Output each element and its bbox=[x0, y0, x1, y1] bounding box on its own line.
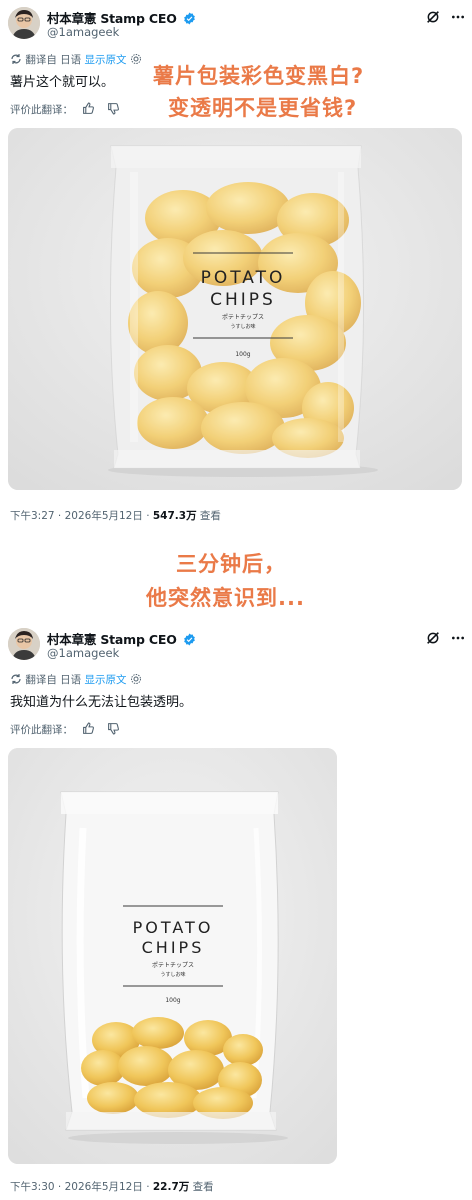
translate-icon bbox=[11, 674, 21, 684]
package-title-line-2: CHIPS bbox=[210, 290, 276, 310]
package-title-line-1: POTATO bbox=[133, 918, 214, 937]
potato-chips-bag-full: POTATO CHIPS ポテトチップス うすしお味 100g bbox=[8, 128, 462, 490]
view-count: 22.7万 bbox=[152, 1181, 190, 1193]
author-handle[interactable]: @1amageek bbox=[47, 25, 119, 39]
overlay-caption-line-2: 变透明不是更省钱? bbox=[168, 96, 358, 120]
verified-badge-icon bbox=[183, 12, 195, 25]
more-icon[interactable] bbox=[450, 9, 466, 25]
thumbs-down-icon[interactable] bbox=[107, 722, 120, 735]
author-handle[interactable]: @1amageek bbox=[47, 646, 119, 660]
package-title-line-2: CHIPS bbox=[142, 938, 205, 957]
tweet-meta: 下午3:30 · 2026年5月12日 · 22.7万 查看 bbox=[10, 1179, 214, 1194]
gear-icon[interactable] bbox=[130, 53, 142, 65]
thumbs-up-icon[interactable] bbox=[82, 102, 95, 115]
avatar[interactable] bbox=[8, 7, 40, 39]
tweet-timestamp[interactable]: 下午3:27 · 2026年5月12日 · bbox=[10, 510, 153, 522]
view-label: 查看 bbox=[189, 1181, 214, 1193]
translation-bar: 翻译自 日语 显示原文 bbox=[10, 672, 142, 687]
thumbs-up-icon[interactable] bbox=[82, 722, 95, 735]
middle-caption-line-1: 三分钟后， bbox=[176, 552, 286, 576]
grok-icon[interactable] bbox=[425, 9, 441, 25]
package-flavor: うすしお味 bbox=[230, 323, 255, 330]
rate-translation-label: 评价此翻译： bbox=[10, 104, 73, 116]
middle-caption-line-2: 他突然意识到... bbox=[146, 586, 305, 610]
translation-bar: 翻译自 日语 显示原文 bbox=[10, 52, 142, 67]
grok-icon[interactable] bbox=[425, 630, 441, 646]
package-title-line-1: POTATO bbox=[201, 268, 286, 288]
rate-translation: 评价此翻译： bbox=[10, 722, 120, 737]
avatar-image bbox=[8, 7, 40, 39]
view-label: 查看 bbox=[196, 510, 221, 522]
package-subtitle-jp: ポテトチップス bbox=[152, 961, 194, 969]
potato-chips-bag-mostly-empty: POTATO CHIPS ポテトチップス うすしお味 100g bbox=[8, 748, 337, 1164]
avatar[interactable] bbox=[8, 628, 40, 660]
package-weight: 100g bbox=[235, 351, 250, 358]
tweet-media-image[interactable]: POTATO CHIPS ポテトチップス うすしお味 100g bbox=[8, 128, 462, 490]
tweet-text: 我知道为什么无法让包装透明。 bbox=[10, 695, 193, 710]
show-original-link[interactable]: 显示原文 bbox=[85, 54, 127, 66]
avatar-image bbox=[8, 628, 40, 660]
rate-translation-label: 评价此翻译： bbox=[10, 724, 73, 736]
package-flavor: うすしお味 bbox=[160, 971, 185, 978]
overlay-caption-line-1: 薯片包装彩色变黑白? bbox=[153, 64, 365, 88]
rate-translation: 评价此翻译： bbox=[10, 102, 120, 117]
gear-icon[interactable] bbox=[130, 673, 142, 685]
translate-icon bbox=[11, 54, 21, 64]
tweet-media-image[interactable]: POTATO CHIPS ポテトチップス うすしお味 100g bbox=[8, 748, 337, 1164]
thumbs-down-icon[interactable] bbox=[107, 102, 120, 115]
view-count: 547.3万 bbox=[152, 510, 197, 522]
package-subtitle-jp: ポテトチップス bbox=[222, 313, 264, 321]
author-name[interactable]: 村本章憲 Stamp CEO bbox=[47, 11, 177, 26]
author-name[interactable]: 村本章憲 Stamp CEO bbox=[47, 632, 177, 647]
translated-from-label: 翻译自 日语 bbox=[25, 54, 82, 66]
verified-badge-icon bbox=[183, 633, 195, 646]
tweet-text: 薯片这个就可以。 bbox=[10, 75, 115, 90]
show-original-link[interactable]: 显示原文 bbox=[85, 674, 127, 686]
more-icon[interactable] bbox=[450, 630, 466, 646]
tweet-timestamp[interactable]: 下午3:30 · 2026年5月12日 · bbox=[10, 1181, 153, 1193]
translated-from-label: 翻译自 日语 bbox=[25, 674, 82, 686]
tweet-meta: 下午3:27 · 2026年5月12日 · 547.3万 查看 bbox=[10, 508, 221, 523]
package-weight: 100g bbox=[165, 997, 180, 1004]
